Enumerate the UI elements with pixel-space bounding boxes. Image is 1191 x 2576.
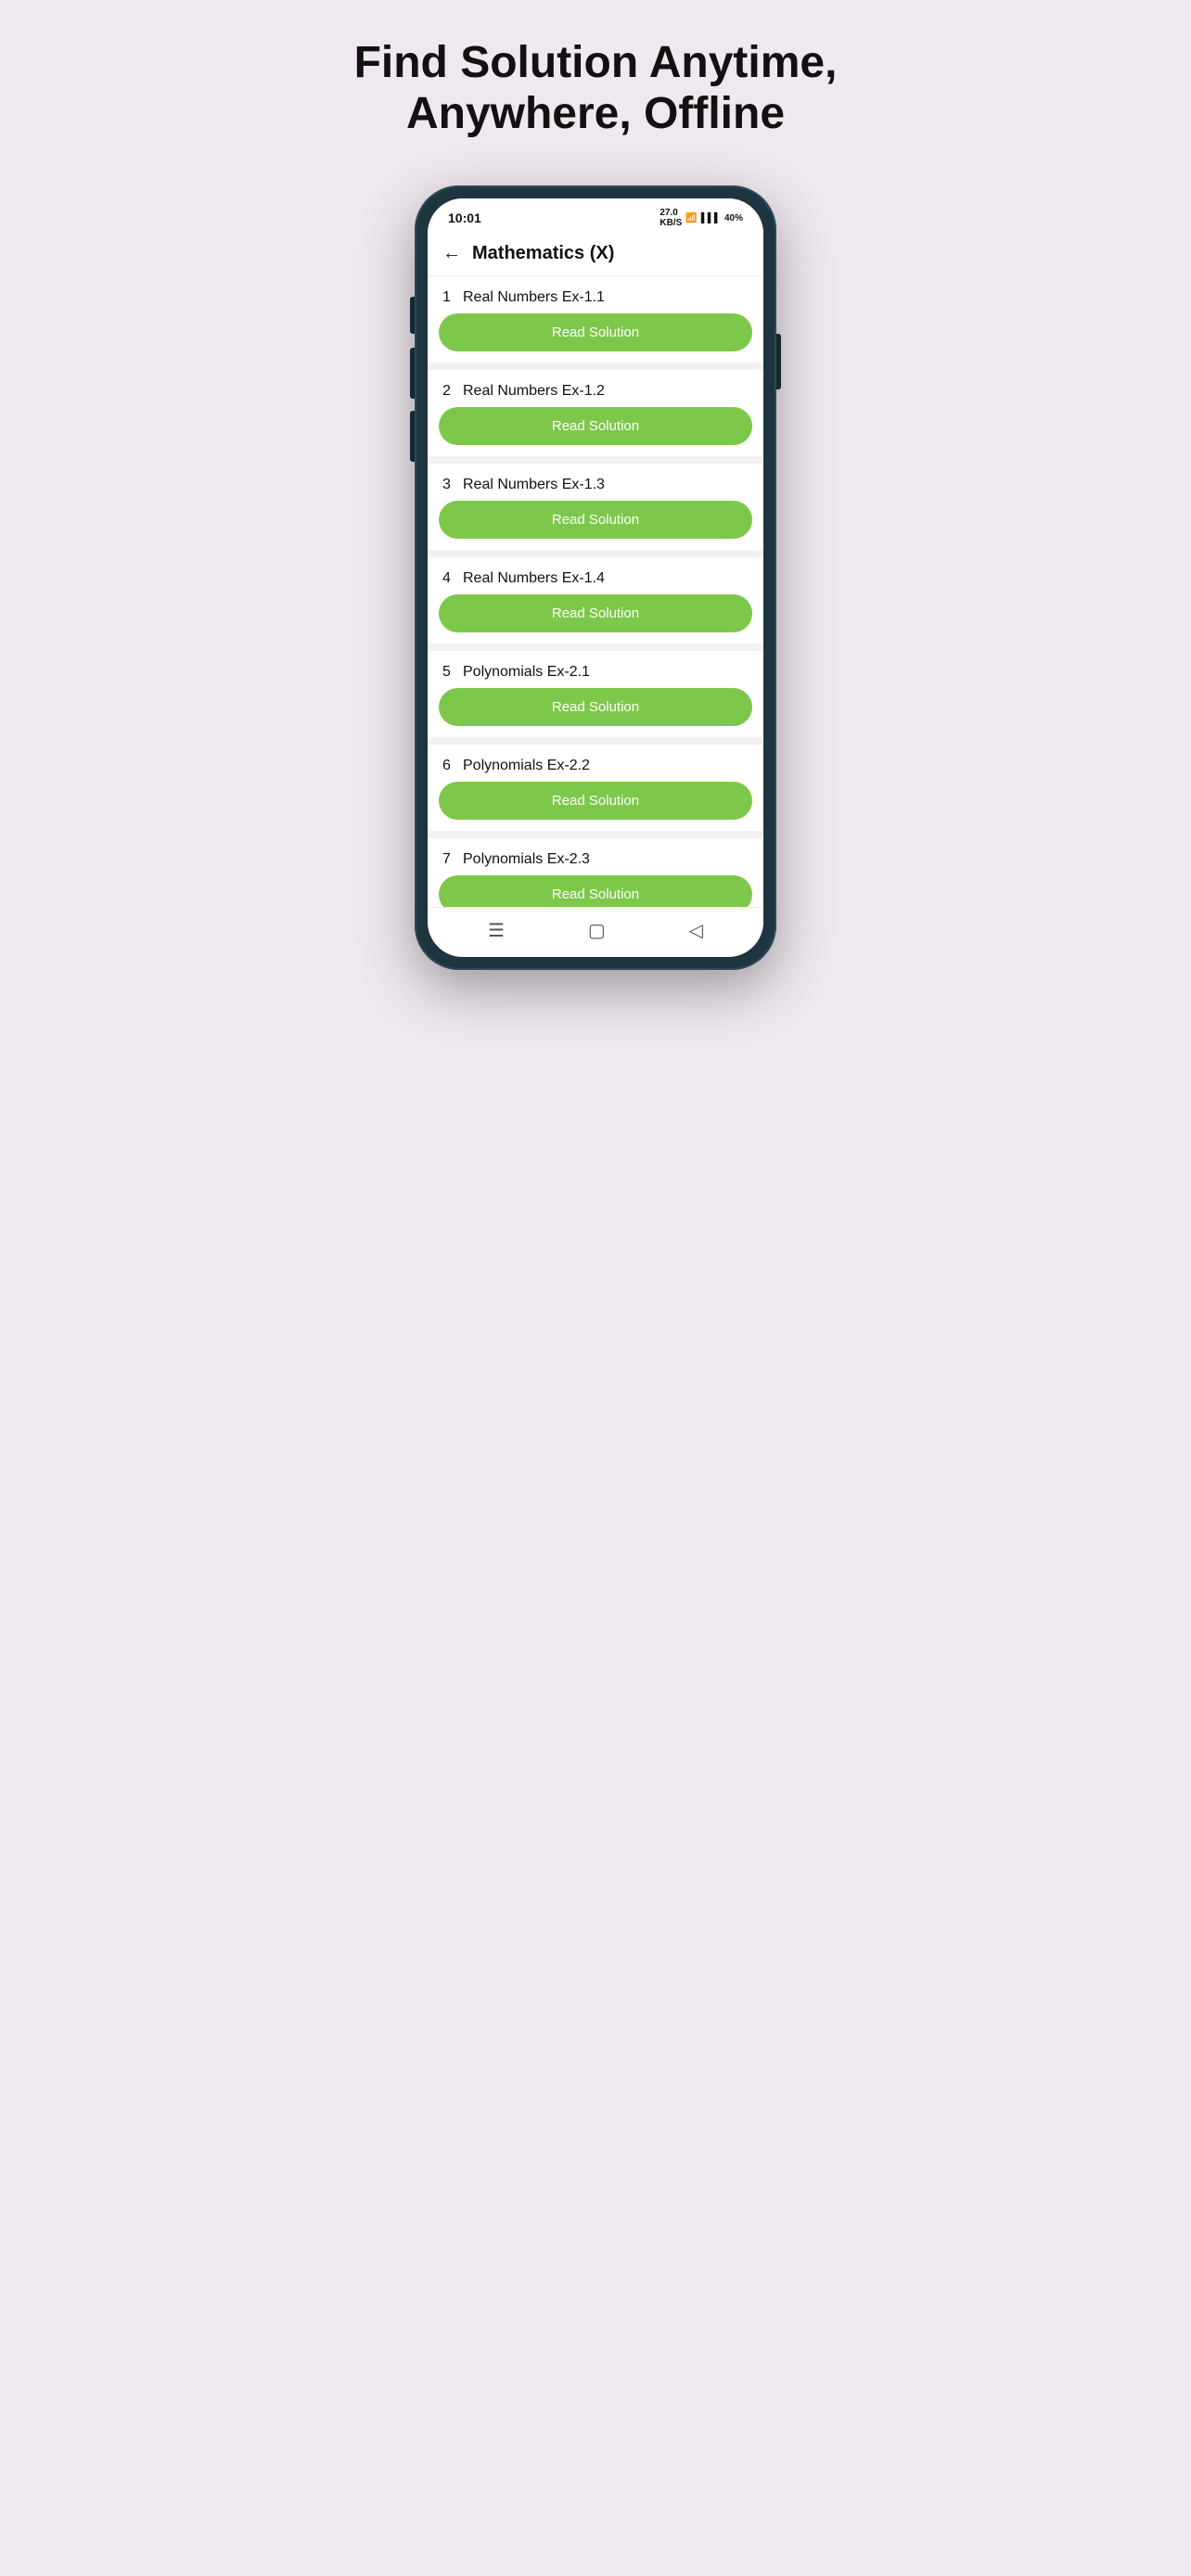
list-item: 3 Real Numbers Ex-1.3 Read Solution [428, 464, 763, 550]
read-solution-button[interactable]: Read Solution [439, 501, 752, 539]
status-icons: 27.0KB/S 📶 ▌▌▌ 40% [660, 208, 743, 228]
item-number: 1 [442, 289, 463, 306]
list-item: 2 Real Numbers Ex-1.2 Read Solution [428, 370, 763, 456]
menu-icon[interactable]: ☰ [488, 919, 505, 942]
list-item: 1 Real Numbers Ex-1.1 Read Solution [428, 276, 763, 363]
signal-icon: ▌▌▌ [701, 213, 721, 223]
list-item: 4 Real Numbers Ex-1.4 Read Solution [428, 557, 763, 644]
list-item: 6 Polynomials Ex-2.2 Read Solution [428, 745, 763, 831]
item-name: Real Numbers Ex-1.4 [463, 570, 605, 587]
page-title: Find Solution Anytime, Anywhere, Offline [354, 37, 838, 139]
item-name: Real Numbers Ex-1.1 [463, 289, 605, 306]
item-number: 7 [442, 851, 463, 868]
volume-down-button [410, 411, 415, 462]
list-item: 7 Polynomials Ex-2.3 Read Solution [428, 838, 763, 907]
item-number: 6 [442, 758, 463, 774]
list-item: 5 Polynomials Ex-2.1 Read Solution [428, 651, 763, 737]
exercise-list: 1 Real Numbers Ex-1.1 Read Solution 2 Re… [428, 276, 763, 907]
content-area: 1 Real Numbers Ex-1.1 Read Solution 2 Re… [428, 276, 763, 907]
item-number: 5 [442, 664, 463, 681]
back-button[interactable]: ← [442, 243, 461, 264]
silent-button [410, 297, 415, 334]
read-solution-button[interactable]: Read Solution [439, 875, 752, 907]
battery-text: 40% [724, 213, 743, 223]
item-number: 2 [442, 383, 463, 400]
phone-screen: 10:01 27.0KB/S 📶 ▌▌▌ 40% ← Mathematics (… [428, 198, 763, 957]
item-name: Polynomials Ex-2.1 [463, 664, 590, 681]
phone-mockup: 10:01 27.0KB/S 📶 ▌▌▌ 40% ← Mathematics (… [415, 185, 776, 970]
read-solution-button[interactable]: Read Solution [439, 688, 752, 726]
item-number: 4 [442, 570, 463, 587]
read-solution-button[interactable]: Read Solution [439, 594, 752, 632]
data-speed: 27.0KB/S [660, 208, 682, 228]
app-header: ← Mathematics (X) [428, 234, 763, 276]
item-name: Real Numbers Ex-1.3 [463, 477, 605, 493]
read-solution-button[interactable]: Read Solution [439, 407, 752, 445]
back-nav-icon[interactable]: ◁ [689, 919, 703, 942]
navigation-bar: ☰ ▢ ◁ [428, 907, 763, 957]
item-name: Polynomials Ex-2.3 [463, 851, 590, 868]
power-button [776, 334, 781, 389]
volume-up-button [410, 348, 415, 399]
status-bar: 10:01 27.0KB/S 📶 ▌▌▌ 40% [428, 198, 763, 234]
home-icon[interactable]: ▢ [588, 919, 606, 942]
status-time: 10:01 [448, 210, 481, 225]
wifi-icon: 📶 [685, 213, 697, 223]
item-name: Real Numbers Ex-1.2 [463, 383, 605, 400]
screen-title: Mathematics (X) [472, 243, 614, 264]
item-name: Polynomials Ex-2.2 [463, 758, 590, 774]
read-solution-button[interactable]: Read Solution [439, 782, 752, 820]
read-solution-button[interactable]: Read Solution [439, 313, 752, 351]
item-number: 3 [442, 477, 463, 493]
